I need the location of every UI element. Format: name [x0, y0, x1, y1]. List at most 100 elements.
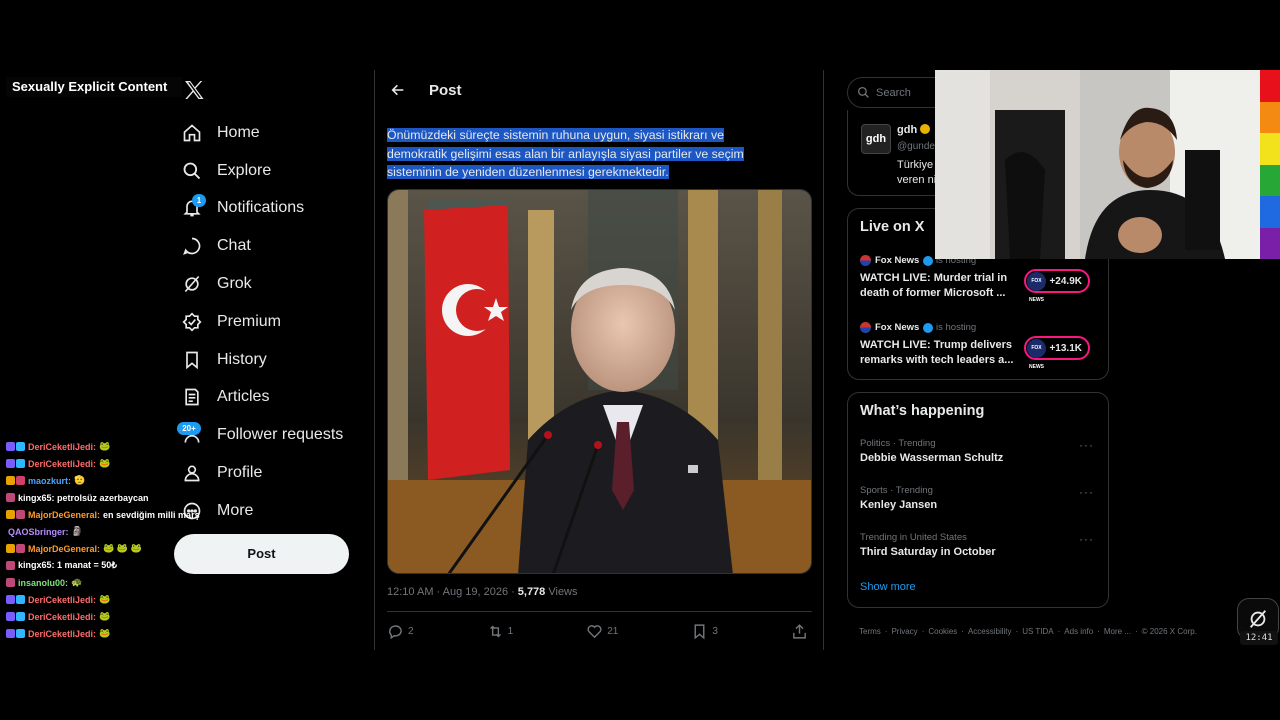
trend-item[interactable]: Trending in United States Third Saturday…: [860, 532, 1100, 558]
nav-item-follower-requests[interactable]: 20+ Follower requests: [177, 416, 370, 454]
heart-icon: [587, 624, 602, 638]
reply-icon: [389, 624, 402, 639]
chat-badges: [6, 561, 16, 570]
chat-badge-icon: [16, 459, 25, 468]
happening-title: What’s happening: [860, 403, 985, 419]
page-title: Post: [429, 81, 462, 99]
post-actions: 2 1 21 3: [387, 620, 812, 642]
chat-message: DeriCeketliJedi: 🐸: [6, 625, 206, 642]
chat-icon: [180, 234, 204, 258]
follower-requests-badge: 20+: [177, 422, 201, 436]
chat-message: DeriCeketliJedi: 🐸: [6, 591, 206, 608]
chat-text: 🗿: [71, 526, 83, 536]
search-placeholder: Search: [876, 86, 911, 99]
chat-username: MajorDeGeneral:: [28, 543, 101, 554]
more-icon[interactable]: ···: [1079, 438, 1094, 452]
footer-link[interactable]: © 2026 X Corp.: [1142, 627, 1197, 636]
trend-item[interactable]: Politics · Trending Debbie Wasserman Sch…: [860, 438, 1100, 464]
nav-label: Premium: [217, 312, 282, 330]
chat-text: 🐸: [99, 611, 111, 621]
chat-badge-icon: [6, 612, 15, 621]
chat-text: 🐸: [99, 458, 111, 468]
color-bar: [1260, 164, 1280, 196]
nav-item-chat[interactable]: Chat: [180, 227, 370, 265]
footer-link[interactable]: Ads info: [1064, 627, 1093, 636]
post-timestamp[interactable]: 12:10 AM · Aug 19, 2026: [387, 586, 508, 598]
live-listeners-pill[interactable]: FOX NEWS +13.1K: [1024, 336, 1090, 370]
trend-item[interactable]: Sports · Trending Kenley Jansen ···: [860, 485, 1100, 511]
chat-username: MajorDeGeneral:: [28, 509, 101, 520]
footer-link[interactable]: Cookies: [928, 627, 957, 636]
chat-badges: [6, 612, 26, 621]
nav-item-history[interactable]: History: [180, 341, 370, 379]
chat-message: maozkurt: 🫡: [6, 472, 206, 489]
nav-label: Profile: [217, 464, 263, 482]
stream-frame: Sexually Explicit Content Home Explore 1…: [0, 0, 1280, 720]
repost-button[interactable]: 1: [487, 623, 513, 640]
share-button[interactable]: [791, 623, 812, 640]
gdh-avatar: gdh: [861, 124, 891, 154]
chat-username: maozkurt:: [28, 475, 72, 486]
color-bar: [1260, 70, 1280, 102]
nav-item-grok[interactable]: Grok: [180, 265, 370, 303]
account-name-text: gdh: [897, 124, 918, 136]
footer-separator: ·: [1097, 627, 1100, 636]
chat-message: DeriCeketliJedi: 🐸: [6, 438, 206, 455]
listener-count: +24.9K: [1049, 275, 1082, 287]
nav-label: Home: [217, 123, 260, 141]
chat-message: QAOSbringer: 🗿: [6, 523, 206, 540]
chat-message: DeriCeketliJedi: 🐸: [6, 608, 206, 625]
color-bars: [1260, 70, 1280, 259]
like-button[interactable]: 21: [586, 623, 618, 640]
footer-link[interactable]: Terms: [859, 627, 881, 636]
chat-badges: [6, 459, 26, 468]
color-bar: [1260, 196, 1280, 228]
trend-category: Politics · Trending: [860, 438, 936, 449]
nav-label: Notifications: [217, 199, 305, 217]
trend-category: Sports · Trending: [860, 485, 933, 496]
chat-badges: [6, 476, 26, 485]
footer-link[interactable]: Privacy: [891, 627, 917, 636]
reply-button[interactable]: 2: [387, 623, 414, 640]
post-body: Önümüzdeki süreçte sistemin ruhuna uygun…: [387, 126, 787, 182]
home-icon: [180, 121, 204, 145]
footer-separator: ·: [1134, 627, 1138, 636]
column-divider: [374, 70, 375, 650]
post-image[interactable]: [387, 189, 812, 574]
footer-separator: ·: [1057, 627, 1061, 636]
bookmark-button[interactable]: 3: [691, 623, 718, 640]
nav-item-home[interactable]: Home: [180, 114, 370, 152]
search-icon: [857, 86, 869, 98]
live-title: WATCH LIVE: Trump delivers remarks with …: [860, 339, 1014, 366]
show-more-link[interactable]: Show more: [860, 581, 916, 593]
more-icon[interactable]: ···: [1079, 485, 1094, 499]
notification-badge: 1: [192, 193, 206, 207]
nav-item-explore[interactable]: Explore: [180, 152, 370, 190]
back-arrow-icon[interactable]: [386, 78, 410, 102]
chat-badge-icon: [6, 442, 15, 451]
post-header: Post: [375, 70, 823, 110]
nav-item-articles[interactable]: Articles: [180, 379, 370, 417]
nav-item-more[interactable]: More: [180, 492, 370, 530]
x-logo-icon[interactable]: [182, 78, 206, 102]
views-count: 5,778: [517, 586, 546, 598]
live-listeners-pill[interactable]: FOX NEWS +24.9K: [1024, 269, 1090, 303]
nav-item-premium[interactable]: Premium: [180, 303, 370, 341]
fox-news-logo-icon: FOX NEWS: [1027, 272, 1046, 303]
trend-name: Third Saturday in October: [860, 546, 996, 558]
live-item[interactable]: Fox News is hosting WATCH LIVE: Trump de…: [860, 322, 1100, 370]
live-item[interactable]: Fox News is hosting WATCH LIVE: Murder t…: [860, 255, 1100, 303]
nav-label: Articles: [217, 388, 270, 406]
chat-message: insanolu00: 🐢: [6, 574, 206, 591]
chat-badge-icon: [16, 544, 25, 553]
nav-item-profile[interactable]: Profile: [180, 454, 370, 492]
more-icon[interactable]: ···: [1079, 532, 1094, 546]
footer-link[interactable]: Accessibility: [968, 627, 1012, 636]
chat-badges: [6, 595, 26, 604]
nav-item-notifications[interactable]: 1 Notifications: [180, 190, 370, 228]
footer-link[interactable]: US TIDA: [1022, 627, 1053, 636]
stream-chat: DeriCeketliJedi: 🐸 DeriCeketliJedi: 🐸 maozku…: [6, 438, 206, 642]
live-title: WATCH LIVE: Murder trial in death of for…: [860, 272, 1008, 299]
footer-link[interactable]: More ...: [1104, 627, 1131, 636]
post-meta: 12:10 AM · Aug 19, 2026 · 5,778 Views: [387, 586, 578, 598]
